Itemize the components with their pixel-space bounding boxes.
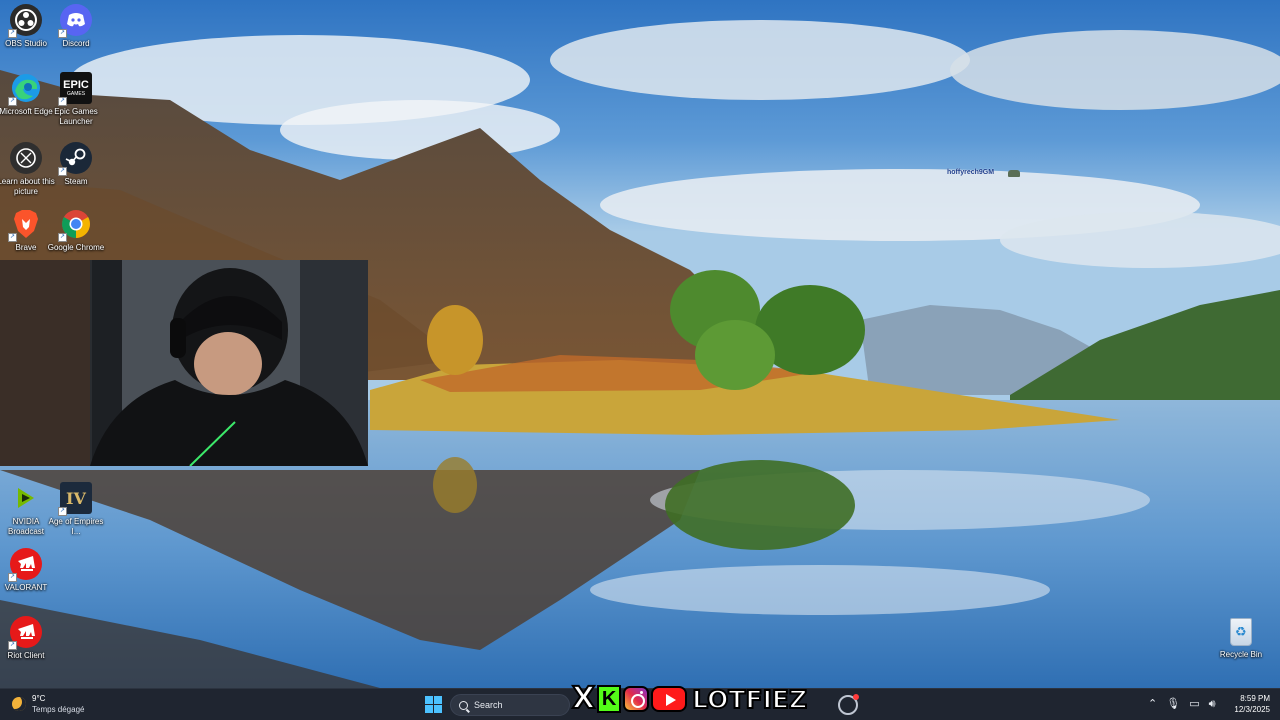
taskbar-app-riot-client[interactable] [838,694,859,715]
windows-logo-tile [425,696,433,704]
start-button[interactable] [425,696,442,713]
desktop-icon-discord[interactable]: ↗ Discord [50,4,102,49]
instagram-logo-icon [623,686,650,712]
desktop-icon-learn-about-picture[interactable]: Learn about this picture [0,142,55,197]
search-placeholder: Search [474,700,503,710]
speaker-icon[interactable]: 🔊︎ [1209,698,1216,710]
desktop-icon-steam[interactable]: ↗ Steam [50,142,102,187]
kick-logo-icon: K [597,685,622,713]
system-tray: ⌃ 🎙︎ ▭ 🔊︎ [1148,698,1216,710]
weather-widget[interactable]: 9°C Temps dégagé [12,693,84,715]
youtube-logo-icon [651,686,688,712]
desktop-icon-label: Recycle Bin [1219,650,1263,659]
steam-icon: ↗ [58,142,92,176]
weather-condition: Temps dégagé [32,705,85,714]
desktop-icon-label: VALORANT [4,583,48,592]
riot-icon: ↗ [8,548,42,582]
chrome-icon: ↗ [58,208,92,242]
desktop-icon-valorant[interactable]: ↗ VALORANT [0,548,52,593]
search-icon [459,700,468,710]
epic-games-icon: EPIC GAMES ↗ [58,72,92,106]
desktop-icon-brave[interactable]: ↗ Brave [0,208,52,253]
desktop-icon-recycle-bin[interactable]: Recycle Bin [1215,618,1267,659]
taskbar: 9°C Temps dégagé Search X K LOTFIEZ ⌃ 🎙︎… [0,683,1280,720]
desktop-icon-riot-client[interactable]: ↗ Riot Client [0,616,52,661]
streamer-brand-banner: X K LOTFIEZ [571,681,808,716]
clock-time: 8:59 PM [1240,694,1270,703]
riot-icon: ↗ [8,616,42,650]
nvidia-icon [10,482,42,514]
username-overlay: hoffyrech9GM [947,169,995,176]
clock-date: 12/3/2025 [1234,705,1270,714]
x-logo-icon: X [571,681,596,716]
desktop-icon-nvidia-broadcast[interactable]: NVIDIA Broadcast [0,482,52,537]
chevron-up-icon[interactable]: ⌃ [1148,698,1157,710]
microphone-icon[interactable]: 🎙︎ [1166,698,1180,710]
desktop-icon-google-chrome[interactable]: ↗ Google Chrome [48,208,104,253]
streamer-name: LOTFIEZ [691,684,808,715]
desktop-icon-microsoft-edge[interactable]: ↗ Microsoft Edge [0,72,53,117]
taskbar-clock[interactable]: 8:59 PM 12/3/2025 [1232,693,1270,715]
car-icon [1008,170,1020,177]
obs-icon: ↗ [8,4,42,38]
desktop-icon-label: Age of Empires I... [48,517,104,536]
display-icon[interactable]: ▭ [1189,698,1199,710]
desktop-icon-epic-games[interactable]: EPIC GAMES ↗ Epic Games Launcher [50,72,102,127]
desktop-icon-label: Steam [64,177,88,186]
recycle-bin-icon [1230,618,1252,646]
learn-picture-icon [10,142,42,174]
desktop-icon-label: Google Chrome [47,243,105,252]
desktop-icon-label: Discord [62,39,90,48]
age-of-empires-icon: IV ↗ [58,482,92,516]
edge-icon: ↗ [8,72,42,106]
discord-icon: ↗ [58,4,92,38]
brave-icon: ↗ [8,208,42,242]
webcam-overlay [0,260,368,466]
taskbar-search-box[interactable]: Search [450,694,570,716]
desktop-icon-obs-studio[interactable]: ↗ OBS Studio [0,4,52,49]
desktop-icon-label: Riot Client [7,651,45,660]
desktop-icon-age-of-empires[interactable]: IV ↗ Age of Empires I... [49,482,103,537]
moon-icon [12,697,26,711]
weather-temperature: 9°C [32,694,46,703]
desktop-icon-label: Epic Games Launcher [54,107,98,126]
